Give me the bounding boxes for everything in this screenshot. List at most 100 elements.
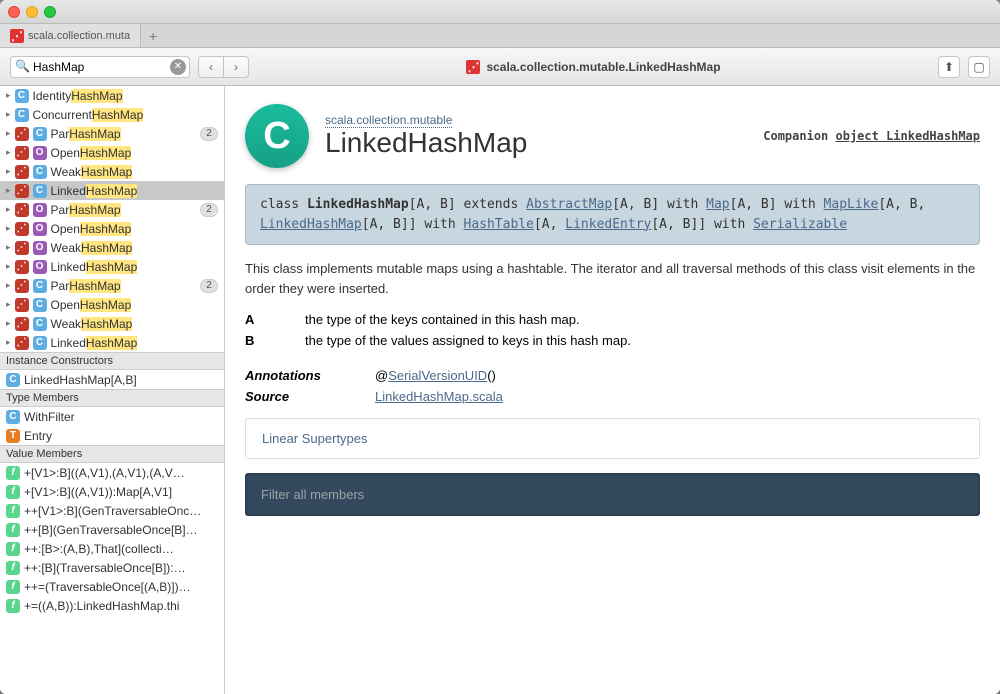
toolbar: 🔍 ✕ ‹ › ⋰ scala.collection.mutable.Linke… xyxy=(0,48,1000,86)
sidebar-item[interactable]: ▸⋰OOpenHashMap xyxy=(0,219,224,238)
o-kind-icon: O xyxy=(33,203,47,217)
disclosure-icon[interactable]: ▸ xyxy=(6,261,11,272)
sidebar-item[interactable]: ▸CConcurrentHashMap xyxy=(0,105,224,124)
c-kind-icon: C xyxy=(33,336,47,350)
sidebar-item[interactable]: ▸⋰CWeakHashMap xyxy=(0,314,224,333)
sidebar-item[interactable]: f++:[B>:(A,B),That](collecti… xyxy=(0,539,224,558)
sidebar-item[interactable]: ▸⋰CLinkedHashMap xyxy=(0,181,224,200)
sidebar-item-label: WeakHashMap xyxy=(51,317,133,331)
c-kind-icon: C xyxy=(6,373,20,387)
disclosure-icon[interactable]: ▸ xyxy=(6,109,11,120)
sidebar-section-header: Type Members xyxy=(0,389,224,407)
sidebar-item-label: ++[B](GenTraversableOnce[B]… xyxy=(24,523,198,537)
disclosure-icon[interactable]: ▸ xyxy=(6,223,11,234)
sidebar-item-label: LinkedHashMap xyxy=(51,336,138,350)
search-input[interactable] xyxy=(10,56,190,78)
sidebar-item[interactable]: ▸⋰CLinkedHashMap xyxy=(0,333,224,352)
sidebar-item[interactable]: ▸⋰CParHashMap2 xyxy=(0,124,224,143)
sidebar-item[interactable]: f ++:[B](TraversableOnce[B]):… xyxy=(0,558,224,577)
sidebar-item[interactable]: f ++[B](GenTraversableOnce[B]… xyxy=(0,520,224,539)
tparam-a-desc: the type of the keys contained in this h… xyxy=(305,312,580,327)
sidebar-item[interactable]: ▸⋰OOpenHashMap xyxy=(0,143,224,162)
sidebar-item[interactable]: ▸ C IdentityHashMap xyxy=(0,86,224,105)
count-badge: 2 xyxy=(200,279,218,293)
c-kind-icon: C xyxy=(33,184,47,198)
sidebar-item-label: OpenHashMap xyxy=(51,298,132,312)
sidebar-item-label: OpenHashMap xyxy=(51,222,132,236)
source-link[interactable]: LinkedHashMap.scala xyxy=(375,389,503,404)
sidebar-item-label: +=((A,B)):LinkedHashMap.thi xyxy=(24,599,179,613)
c-kind-icon: C xyxy=(33,298,47,312)
sidebar-item[interactable]: f++[V1>:B](GenTraversableOnc… xyxy=(0,501,224,520)
t-kind-icon: T xyxy=(6,429,20,443)
sidebar-item-label: ParHashMap xyxy=(51,127,121,141)
sidebar-section-header: Value Members xyxy=(0,445,224,463)
tab-title: scala.collection.muta xyxy=(28,30,130,42)
sidebar-item-label: LinkedHashMap[A,B] xyxy=(24,373,137,387)
linear-supertypes[interactable]: Linear Supertypes xyxy=(245,418,980,459)
scala-icon: ⋰ xyxy=(15,222,29,236)
disclosure-icon[interactable]: ▸ xyxy=(6,147,11,158)
annotation-link[interactable]: SerialVersionUID xyxy=(388,368,487,383)
metadata: Annotations@SerialVersionUID() SourceLin… xyxy=(245,368,980,404)
sidebar-item[interactable]: f+[V1>:B]((A,V1)):Map[A,V1] xyxy=(0,482,224,501)
tab-current[interactable]: ⋰ scala.collection.muta xyxy=(0,24,141,47)
minimize-button[interactable] xyxy=(26,6,38,18)
sidebar-item[interactable]: CWithFilter xyxy=(0,407,224,426)
sidebar: ▸CIdentityHashMap▸CConcurrentHashMap▸⋰CP… xyxy=(0,86,225,694)
clear-search-button[interactable]: ✕ xyxy=(170,59,186,75)
method-icon: f xyxy=(6,466,20,480)
disclosure-icon[interactable]: ▸ xyxy=(6,337,11,348)
count-badge: 2 xyxy=(200,203,218,217)
share-button[interactable]: ⬆ xyxy=(938,56,960,78)
sidebar-item[interactable]: ▸⋰OWeakHashMap xyxy=(0,238,224,257)
sidebar-item-label: IdentityHashMap xyxy=(33,89,123,103)
forward-button[interactable]: › xyxy=(223,56,249,78)
back-button[interactable]: ‹ xyxy=(198,56,224,78)
c-kind-icon: C xyxy=(15,108,29,122)
sidebar-item[interactable]: TEntry xyxy=(0,426,224,445)
sidebar-item-label: LinkedHashMap xyxy=(51,184,138,198)
new-tab-button[interactable]: + xyxy=(141,24,165,47)
reader-button[interactable]: ▢ xyxy=(968,56,990,78)
method-icon: f xyxy=(6,504,20,518)
address-bar[interactable]: ⋰ scala.collection.mutable.LinkedHashMap xyxy=(257,60,930,74)
disclosure-icon[interactable]: ▸ xyxy=(6,318,11,329)
sidebar-item[interactable]: ▸⋰CParHashMap2 xyxy=(0,276,224,295)
breadcrumb[interactable]: scala.collection.mutable xyxy=(325,113,527,127)
sidebar-item[interactable]: ▸⋰OLinkedHashMap xyxy=(0,257,224,276)
c-kind-icon: C xyxy=(15,89,29,103)
count-badge: 2 xyxy=(200,127,218,141)
disclosure-icon[interactable]: ▸ xyxy=(6,280,11,291)
sidebar-item[interactable]: ▸⋰CWeakHashMap xyxy=(0,162,224,181)
sidebar-item[interactable]: ▸⋰COpenHashMap xyxy=(0,295,224,314)
sidebar-item[interactable]: f+=((A,B)):LinkedHashMap.thi xyxy=(0,596,224,615)
disclosure-icon[interactable]: ▸ xyxy=(6,299,11,310)
sidebar-item[interactable]: ▸⋰OParHashMap2 xyxy=(0,200,224,219)
signature: class LinkedHashMap[A, B] extends Abstra… xyxy=(245,184,980,245)
sidebar-item[interactable]: f++=(TraversableOnce[(A,B)])… xyxy=(0,577,224,596)
disclosure-icon[interactable]: ▸ xyxy=(6,185,11,196)
disclosure-icon[interactable]: ▸ xyxy=(6,204,11,215)
zoom-button[interactable] xyxy=(44,6,56,18)
method-icon: f xyxy=(6,523,20,537)
sidebar-item[interactable]: f+[V1>:B]((A,V1),(A,V1),(A,V… xyxy=(0,463,224,482)
description: This class implements mutable maps using… xyxy=(245,259,980,298)
disclosure-icon[interactable]: ▸ xyxy=(6,242,11,253)
companion-link[interactable]: Companion object LinkedHashMap xyxy=(763,129,980,143)
content: C scala.collection.mutable LinkedHashMap… xyxy=(225,86,1000,694)
scala-icon: ⋰ xyxy=(15,146,29,160)
sidebar-item-label: ++:[B](TraversableOnce[B]):… xyxy=(24,561,186,575)
sidebar-item-label: +[V1>:B]((A,V1)):Map[A,V1] xyxy=(24,485,172,499)
titlebar xyxy=(0,0,1000,24)
sidebar-item-label: WithFilter xyxy=(24,410,75,424)
disclosure-icon[interactable]: ▸ xyxy=(6,128,11,139)
method-icon: f xyxy=(6,561,20,575)
class-kind-icon: C xyxy=(245,104,309,168)
filter-input[interactable] xyxy=(247,475,978,514)
close-button[interactable] xyxy=(8,6,20,18)
disclosure-icon[interactable]: ▸ xyxy=(6,166,11,177)
sidebar-item[interactable]: C LinkedHashMap[A,B] xyxy=(0,370,224,389)
sidebar-item-label: WeakHashMap xyxy=(51,165,133,179)
disclosure-icon[interactable]: ▸ xyxy=(6,90,11,101)
